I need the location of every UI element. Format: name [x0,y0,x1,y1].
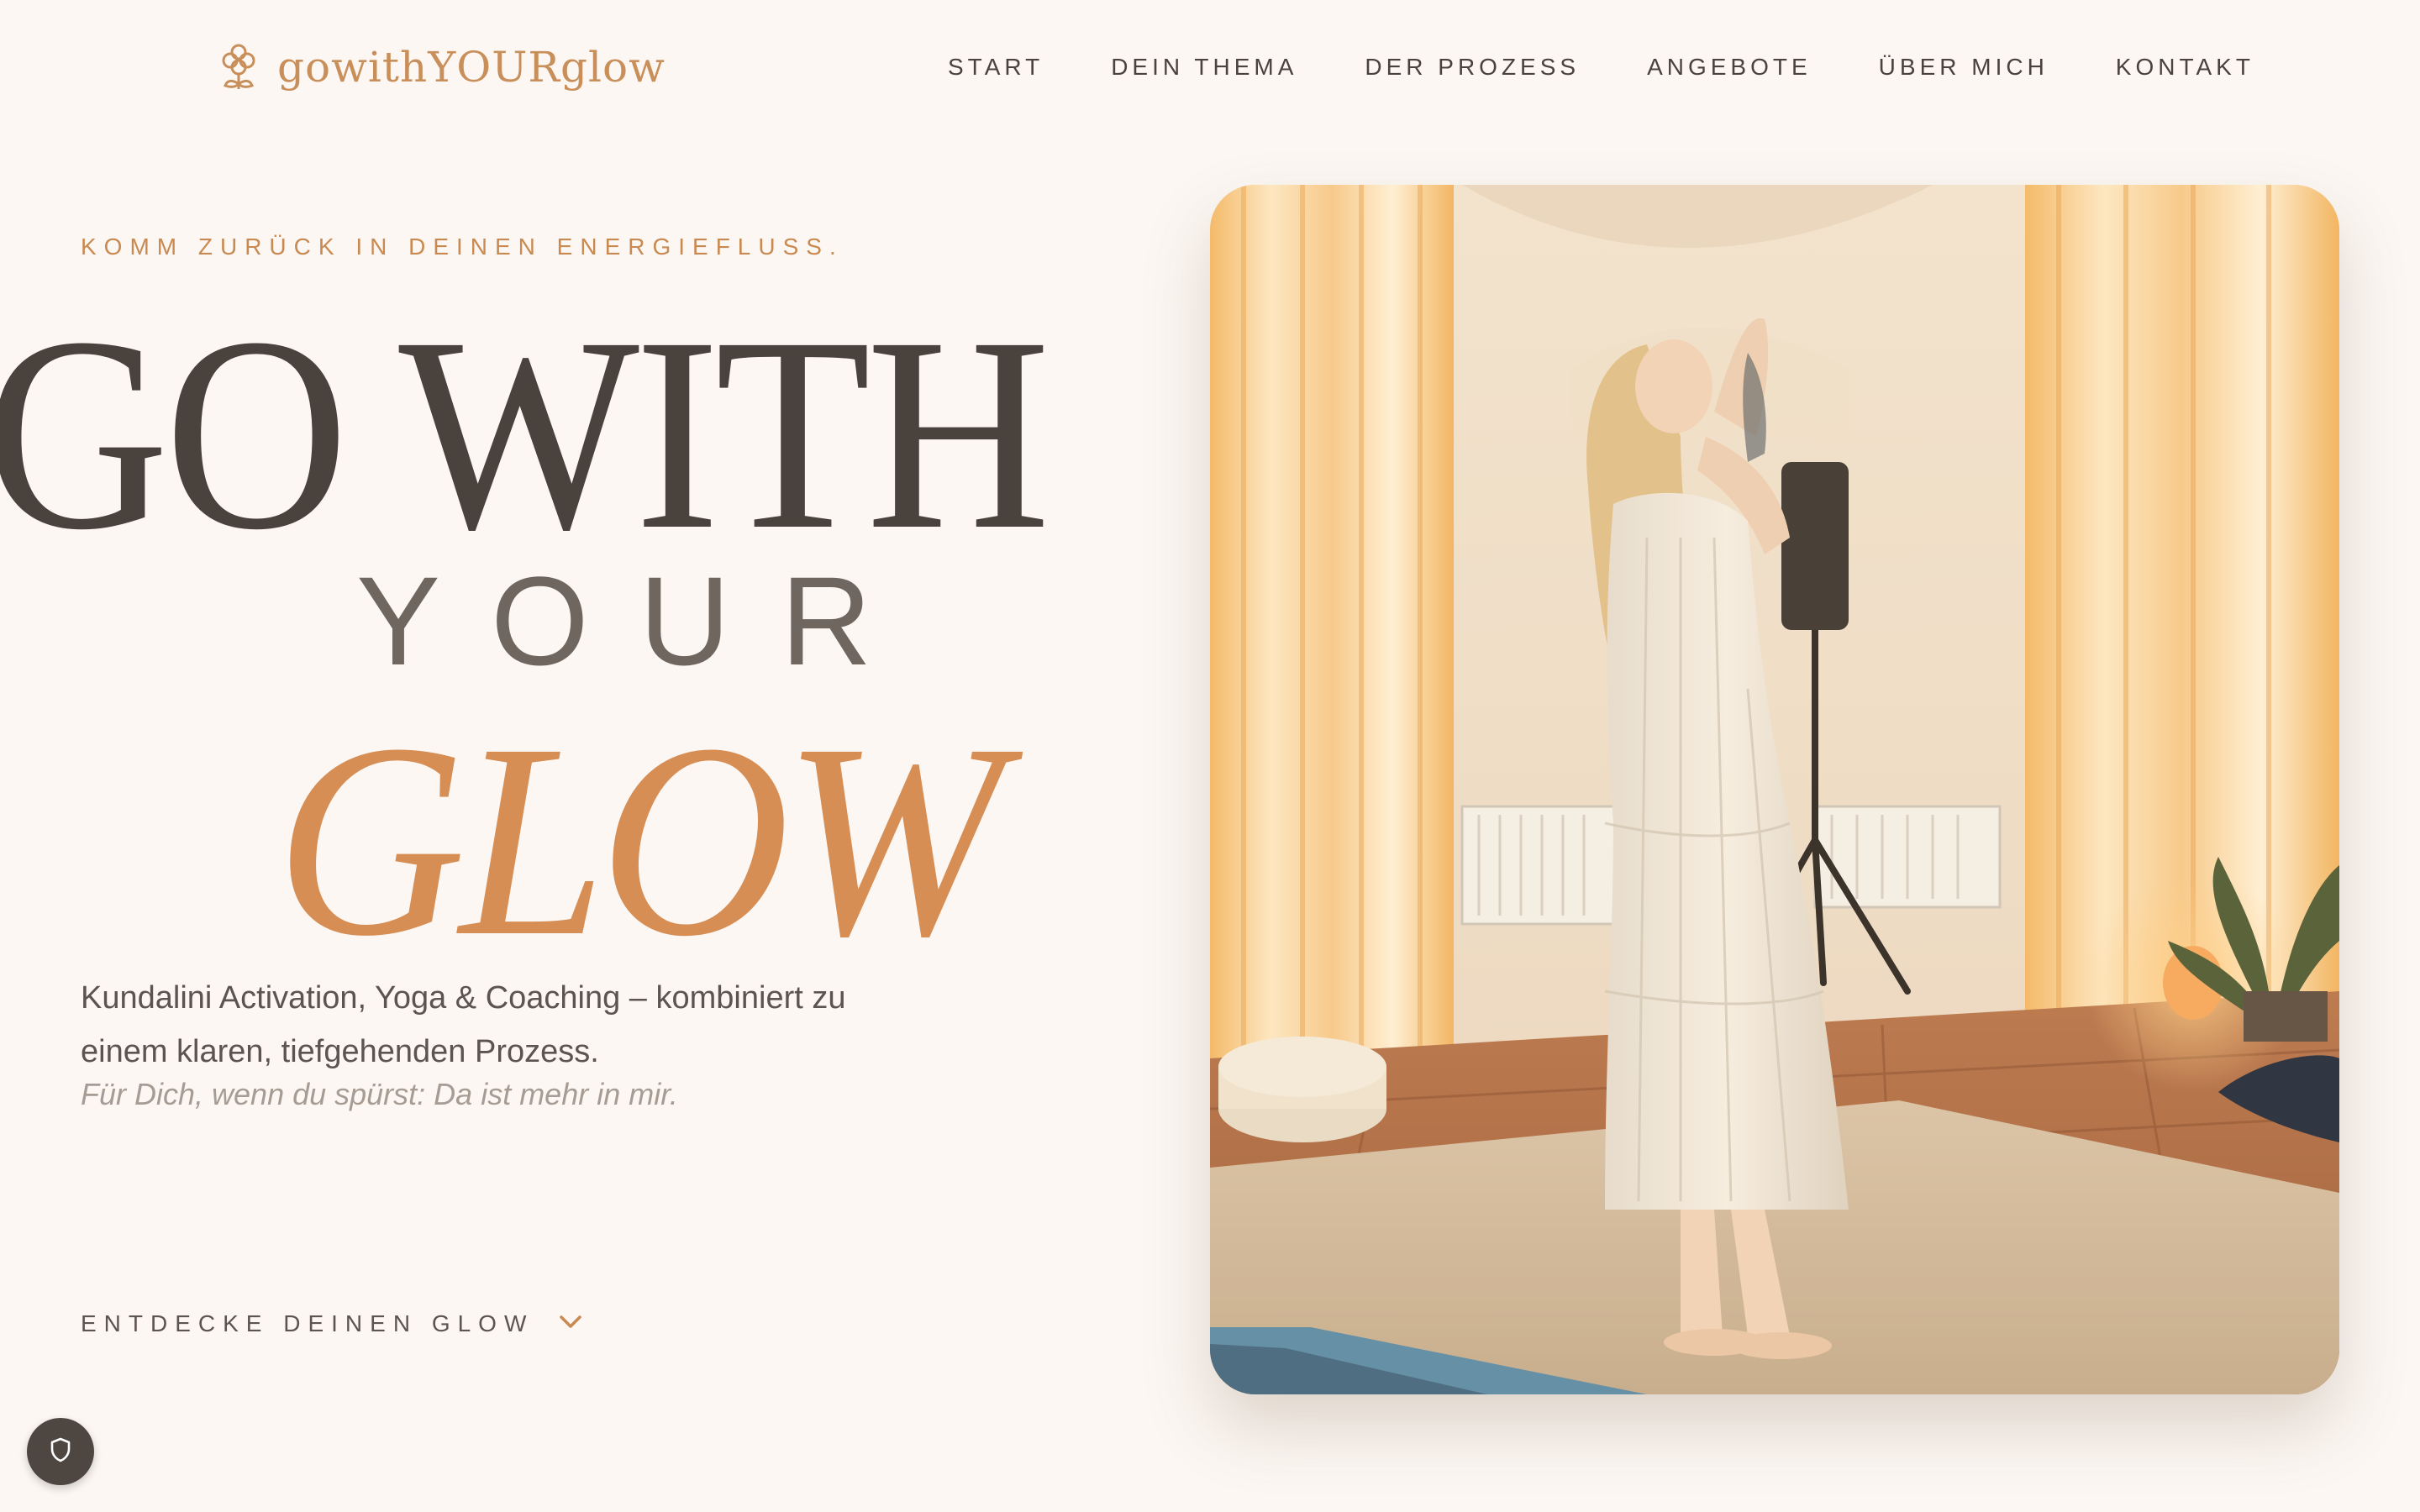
brand-name: gowithYOURglow [277,43,666,92]
brand-logo[interactable]: gowithYOURglow [220,40,666,94]
nav-item-ueber-mich[interactable]: ÜBER MICH [1879,50,2049,84]
flower-icon [220,42,257,92]
hero-image [1210,185,2339,1394]
nav-item-angebote[interactable]: ANGEBOTE [1647,50,1812,84]
nav-item-dein-thema[interactable]: DEIN THEMA [1111,50,1297,84]
hero-eyebrow: KOMM ZURÜCK IN DEINEN ENERGIEFLUSS. [81,234,844,260]
main-navigation: START DEIN THEMA DER PROZESS ANGEBOTE ÜB… [948,50,2254,84]
hero-title-line-1: GO WITH [0,281,1050,587]
hero-lead-text: Kundalini Activation, Yoga & Coaching – … [81,980,846,1069]
shield-icon [49,1436,72,1467]
yoga-room-illustration [1210,185,2339,1394]
nav-item-kontakt[interactable]: KONTAKT [2116,50,2254,84]
cta-label: ENTDECKE DEINEN GLOW [81,1310,534,1336]
hero-title-line-2: YOUR [356,550,923,691]
nav-item-start[interactable]: START [948,50,1044,84]
hero-sublead-text: Für Dich, wenn du spürst: Da ist mehr in… [81,1077,678,1111]
privacy-settings-button[interactable] [27,1418,94,1485]
chevron-down-icon [559,1315,582,1334]
discover-glow-link[interactable]: ENTDECKE DEINEN GLOW [81,1310,582,1337]
hero-title-line-3: GLOW [276,687,1003,994]
nav-item-der-prozess[interactable]: DER PROZESS [1365,50,1580,84]
